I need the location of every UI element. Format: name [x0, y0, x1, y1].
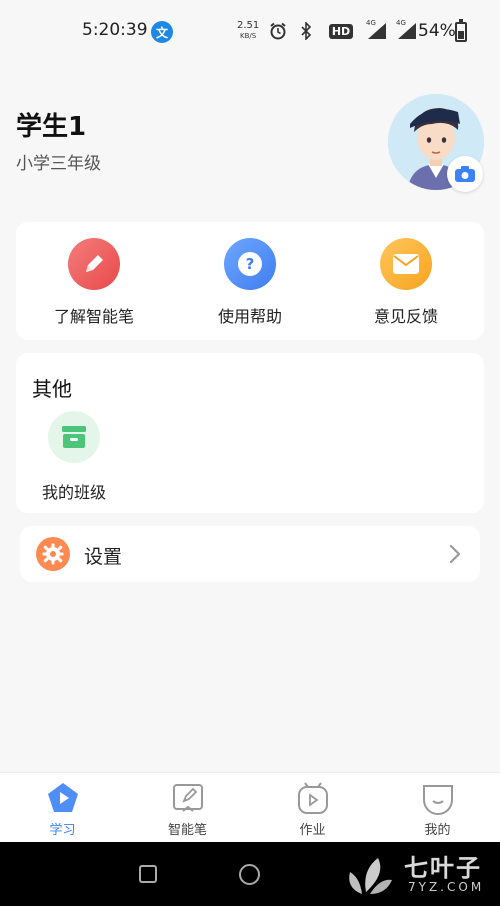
- recent-apps-button[interactable]: [139, 865, 157, 883]
- home-button[interactable]: [239, 864, 260, 885]
- watermark: 七叶子 7YZ.COM: [342, 848, 492, 900]
- pen-note-icon: [173, 784, 203, 812]
- signal-label-2: 4G: [396, 19, 406, 27]
- signal-icon-2: 4G: [396, 19, 418, 41]
- pencil-icon: [68, 238, 120, 290]
- quick-action-feedback[interactable]: 意见反馈: [328, 222, 484, 340]
- hd-label: HD: [328, 23, 354, 39]
- class-icon: [62, 426, 86, 448]
- tab-label: 作业: [299, 823, 326, 838]
- other-section-title: 其他: [32, 377, 72, 401]
- quick-action-help[interactable]: ? 使用帮助: [172, 222, 328, 340]
- settings-label: 设置: [84, 546, 123, 568]
- battery-icon: [455, 19, 467, 42]
- homework-icon: [298, 782, 328, 814]
- leaf-logo-icon: [349, 858, 392, 894]
- network-speed-unit: KB/S: [240, 32, 257, 40]
- status-icons: HD 4G 4G: [268, 19, 418, 41]
- bottom-tab-bar: 学习 智能笔 作业 我的: [0, 772, 500, 842]
- tab-label: 我的: [424, 823, 451, 838]
- help-icon: ?: [224, 238, 276, 290]
- profile-name: 学生1: [16, 112, 87, 142]
- watermark-subtext: 7YZ.COM: [408, 880, 485, 894]
- network-speed-value: 2.51: [237, 20, 260, 31]
- quick-action-label: 使用帮助: [217, 307, 282, 326]
- camera-icon: [455, 166, 475, 182]
- mail-icon: [380, 238, 432, 290]
- app-notification-icon: 文: [151, 21, 173, 43]
- other-card: 其他 我的班级: [16, 353, 484, 513]
- tab-study[interactable]: 学习: [0, 773, 125, 843]
- change-avatar-button[interactable]: [447, 156, 483, 192]
- quick-action-label: 了解智能笔: [53, 307, 134, 326]
- signal-icon-1: 4G: [366, 19, 388, 41]
- settings-row[interactable]: 设置: [20, 526, 480, 582]
- gear-icon: [36, 537, 70, 571]
- profile-icon: [423, 785, 453, 815]
- bluetooth-icon: [296, 21, 316, 41]
- alarm-icon: [268, 21, 288, 41]
- tab-label: 学习: [49, 823, 76, 838]
- quick-actions-card: 了解智能笔 ? 使用帮助 意见反馈: [16, 222, 484, 340]
- battery-percent: 54%: [418, 21, 456, 41]
- quick-action-learn-pen[interactable]: 了解智能笔: [16, 222, 172, 340]
- svg-text:?: ?: [246, 255, 255, 273]
- status-bar: 5:20:39 文 2.51 KB/S HD 4G 4G 54%: [0, 0, 500, 64]
- signal-label-1: 4G: [366, 19, 376, 27]
- my-class-label[interactable]: 我的班级: [32, 479, 116, 503]
- chevron-right-icon: [449, 544, 461, 564]
- status-time: 5:20:39: [82, 20, 148, 40]
- watermark-text: 七叶子: [404, 854, 482, 882]
- tab-label: 智能笔: [167, 823, 207, 838]
- tab-homework[interactable]: 作业: [250, 773, 375, 843]
- my-class-button[interactable]: [48, 411, 100, 463]
- hd-icon: HD: [324, 21, 358, 41]
- quick-action-label: 意见反馈: [373, 307, 438, 326]
- network-speed: 2.51 KB/S: [237, 21, 259, 41]
- tab-smart-pen[interactable]: 智能笔: [125, 773, 250, 843]
- play-pentagon-icon: [48, 783, 78, 812]
- tab-mine[interactable]: 我的: [375, 773, 500, 843]
- profile-grade: 小学三年级: [16, 154, 101, 174]
